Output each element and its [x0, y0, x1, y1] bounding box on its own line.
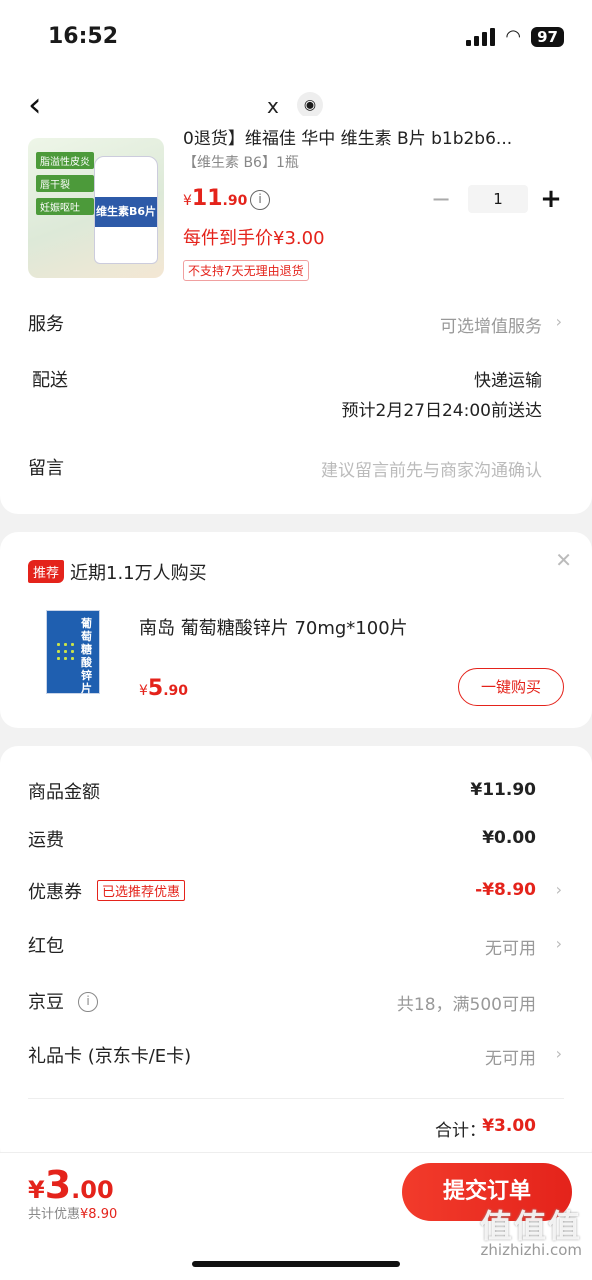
- coupon-tag: 已选推荐优惠: [97, 880, 186, 901]
- goods-amount-label: 商品金额: [28, 782, 100, 803]
- unit-price: 每件到手价¥3.00: [183, 228, 325, 249]
- total-label: 合计：: [435, 1121, 486, 1141]
- divider: [28, 1098, 564, 1099]
- service-label: 服务: [28, 314, 64, 335]
- status-time: 16:52: [48, 24, 119, 49]
- bottle-graphic: 维生素B6片: [94, 156, 158, 264]
- total-value: ¥3.00: [482, 1116, 536, 1136]
- bottle-label: 维生素B6片: [95, 197, 157, 227]
- checkout-price: ¥3.00: [28, 1163, 114, 1207]
- image-dots: [55, 641, 75, 661]
- delivery-method[interactable]: 快递运输: [474, 366, 542, 391]
- shipping-value: ¥0.00: [482, 828, 536, 848]
- recommend-badge: 推荐: [28, 560, 65, 583]
- delivery-eta[interactable]: 预计2月27日24:00前送达: [342, 396, 542, 421]
- chevron-right-icon[interactable]: ›: [556, 880, 562, 899]
- signal-icon: [466, 27, 496, 46]
- battery-icon: 97: [531, 26, 564, 47]
- price-yen: ¥: [183, 193, 192, 209]
- home-indicator[interactable]: [192, 1261, 400, 1267]
- product-spec[interactable]: 【维生素 B6】1瓶: [183, 152, 299, 172]
- product-title[interactable]: 0退货】维福佳 华中 维生素 B片 b1b2b6...: [183, 124, 563, 149]
- status-bar: 16:52 ◠ 97: [0, 0, 592, 78]
- price-integer: 3: [44, 1163, 72, 1207]
- price-yen: ¥: [28, 1176, 45, 1204]
- coupon-label: 优惠券: [28, 882, 82, 903]
- price-decimal: .90: [163, 683, 189, 699]
- checkout-bar: ¥3.00 共计优惠¥8.90 提交订单 值值值 zhizhizhi.com: [0, 1152, 592, 1280]
- location-icon[interactable]: ◉: [297, 92, 323, 118]
- product-card: 脂溢性皮炎 唇干裂 妊娠呕吐 维生素B6片 0退货】维福佳 华中 维生素 B片 …: [0, 116, 592, 514]
- price-decimal: .00: [71, 1176, 114, 1204]
- recommend-image[interactable]: 葡萄糖酸锌片: [46, 610, 100, 695]
- chevron-right-icon[interactable]: ›: [556, 1044, 562, 1063]
- total-discount: 共计优惠¥8.90: [28, 1203, 117, 1222]
- image-text: 葡萄糖酸锌片: [81, 617, 92, 695]
- wifi-icon: ◠: [505, 26, 522, 47]
- status-icons: ◠ 97: [466, 26, 564, 47]
- goods-amount-value: ¥11.90: [470, 780, 536, 800]
- message-label: 留言: [28, 458, 64, 479]
- recommend-name[interactable]: 南岛 葡萄糖酸锌片 70mg*100片: [139, 614, 408, 640]
- close-icon[interactable]: ✕: [555, 548, 572, 572]
- nav-close-text[interactable]: x: [267, 94, 279, 118]
- recommend-card: 推荐 近期1.1万人购买 ✕ 葡萄糖酸锌片 南岛 葡萄糖酸锌片 70mg*100…: [0, 532, 592, 728]
- price-yen: ¥: [139, 683, 148, 699]
- price-integer: 5: [147, 676, 164, 701]
- red-packet-value[interactable]: 无可用: [485, 934, 536, 959]
- return-policy-badge: 不支持7天无理由退货: [183, 260, 309, 281]
- summary-card: 商品金额 ¥11.90 运费 ¥0.00 优惠券 已选推荐优惠 -¥8.90 ›…: [0, 746, 592, 1166]
- watermark-url: zhizhizhi.com: [480, 1241, 582, 1259]
- message-input[interactable]: 建议留言前先与商家沟通确认: [321, 456, 542, 481]
- chevron-right-icon[interactable]: ›: [556, 312, 562, 331]
- price-integer: 11: [191, 186, 223, 211]
- quantity-value[interactable]: 1: [468, 185, 528, 213]
- discount-value: ¥8.90: [80, 1207, 118, 1222]
- gift-card-label: 礼品卡 (京东卡/E卡): [28, 1046, 192, 1067]
- discount-label: 共计优惠: [28, 1207, 81, 1222]
- image-tag: 唇干裂: [36, 175, 94, 192]
- image-tag: 妊娠呕吐: [36, 198, 94, 215]
- delivery-label: 配送: [32, 370, 68, 391]
- jd-bean-value: 共18，满500可用: [396, 995, 536, 1015]
- chevron-right-icon[interactable]: ›: [556, 934, 562, 953]
- info-icon[interactable]: i: [78, 992, 98, 1012]
- quantity-stepper: − 1 +: [424, 184, 564, 214]
- product-image[interactable]: 脂溢性皮炎 唇干裂 妊娠呕吐 维生素B6片: [28, 138, 164, 278]
- recommend-price: ¥5.90: [139, 676, 188, 701]
- price-info-icon[interactable]: i: [250, 190, 270, 210]
- red-packet-label: 红包: [28, 936, 64, 957]
- gift-card-value[interactable]: 无可用: [485, 1044, 536, 1069]
- one-click-buy-button[interactable]: 一键购买: [458, 668, 564, 706]
- service-value[interactable]: 可选增值服务: [440, 312, 542, 337]
- minus-button[interactable]: −: [424, 185, 458, 213]
- jd-bean-label: 京豆: [28, 992, 64, 1013]
- image-tags: 脂溢性皮炎 唇干裂 妊娠呕吐: [36, 152, 94, 215]
- shipping-label: 运费: [28, 830, 64, 851]
- recommend-title: 近期1.1万人购买: [70, 563, 207, 584]
- image-tag: 脂溢性皮炎: [36, 152, 94, 169]
- price-decimal: .90: [222, 193, 248, 209]
- product-price: ¥11.90: [183, 186, 247, 211]
- plus-button[interactable]: +: [538, 184, 564, 214]
- coupon-value[interactable]: -¥8.90: [475, 880, 536, 900]
